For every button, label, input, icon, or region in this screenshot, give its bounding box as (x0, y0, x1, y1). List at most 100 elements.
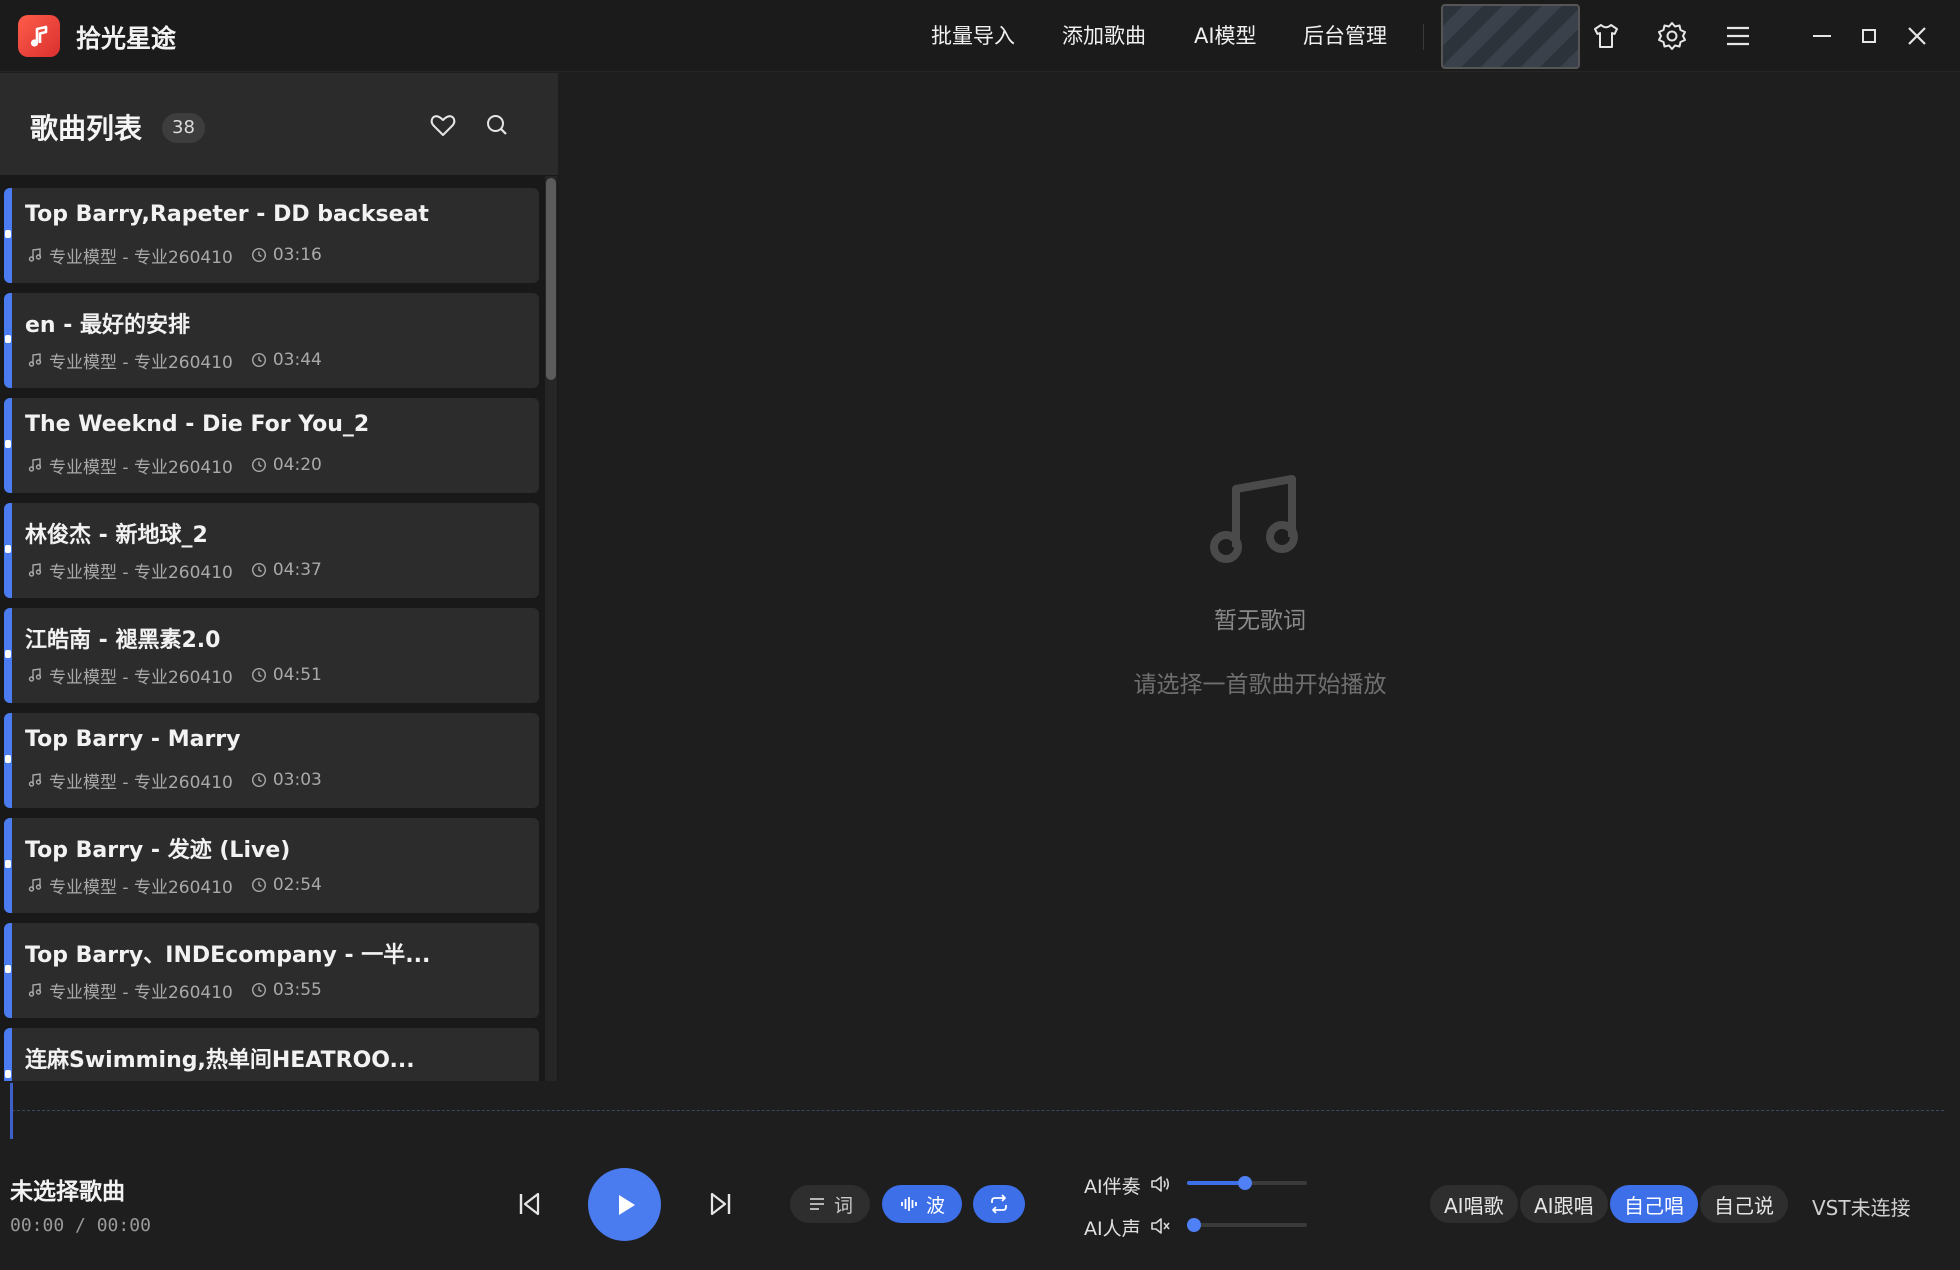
repeat-icon (991, 1194, 1007, 1214)
ai-sing-button[interactable]: AI唱歌 (1430, 1185, 1518, 1223)
clock-icon (251, 982, 266, 998)
song-meta: 专业模型 - 专业260410 04:37 (27, 558, 322, 583)
song-meta: 专业模型 - 专业260410 04:51 (27, 663, 322, 688)
heart-icon[interactable] (428, 110, 458, 140)
song-list-item[interactable]: 江皓南 - 褪黑素2.0 专业模型 - 专业260410 04:51 (4, 608, 539, 703)
waveform-toggle-button[interactable]: 波 (882, 1185, 962, 1223)
ai-vocal-label: AI人声 (1084, 1218, 1141, 1240)
nav-batch-import[interactable]: 批量导入 (931, 20, 1015, 50)
nav-admin[interactable]: 后台管理 (1303, 20, 1387, 50)
song-title: Top Barry,Rapeter - DD backseat (25, 202, 429, 227)
song-duration-wrap: 03:03 (251, 770, 322, 790)
song-list-item[interactable]: Top Barry - Marry 专业模型 - 专业260410 03:03 (4, 713, 539, 808)
title-bar: 拾光星途 批量导入 添加歌曲 AI模型 后台管理 (0, 0, 1960, 72)
minimize-icon[interactable] (1806, 20, 1838, 52)
volume-icon[interactable] (1149, 1173, 1171, 1195)
song-title: Top Barry - Marry (25, 727, 241, 752)
self-talk-button[interactable]: 自己说 (1700, 1185, 1788, 1223)
song-item-accent (4, 923, 12, 1018)
song-title: 林俊杰 - 新地球_2 (25, 523, 208, 548)
song-model: 专业模型 - 专业260410 (49, 877, 233, 898)
song-meta: 专业模型 - 专业260410 02:54 (27, 873, 322, 898)
total-time: 00:00 (96, 1215, 151, 1236)
song-duration-wrap: 02:54 (251, 875, 322, 895)
song-item-accent (4, 713, 12, 808)
lyrics-toggle-button[interactable]: 词 (790, 1185, 870, 1223)
waveform-toggle-label: 波 (925, 1194, 945, 1217)
lyrics-empty-title: 暂无歌词 (1214, 608, 1306, 634)
song-title: 江皓南 - 褪黑素2.0 (25, 628, 221, 653)
nav-ai-model[interactable]: AI模型 (1194, 20, 1257, 50)
music-note-small-icon (28, 878, 42, 892)
waveform-icon (901, 1197, 917, 1211)
song-list-item[interactable]: 林俊杰 - 新地球_2 专业模型 - 专业260410 04:37 (4, 503, 539, 598)
song-duration-wrap: 04:20 (251, 455, 322, 475)
song-item-accent (4, 188, 12, 283)
search-icon[interactable] (482, 110, 512, 140)
song-list-title: 歌曲列表 (30, 112, 143, 145)
playback-time: 00:00 / 00:00 (10, 1215, 151, 1236)
music-note-small-icon (28, 458, 42, 472)
ai-vocal-knob[interactable] (1187, 1218, 1201, 1232)
gear-icon[interactable] (1656, 20, 1688, 52)
next-icon[interactable] (706, 1189, 736, 1219)
song-duration-wrap: 04:37 (251, 560, 322, 580)
shirt-icon[interactable] (1590, 20, 1622, 52)
song-meta: 专业模型 - 专业260410 03:55 (27, 978, 322, 1003)
song-list-item[interactable]: The Weeknd - Die For You_2 专业模型 - 专业26041… (4, 398, 539, 493)
song-duration: 03:03 (272, 770, 322, 790)
ai-accompaniment-knob[interactable] (1237, 1176, 1252, 1190)
song-list-item[interactable]: 连麻Swimming,热单间HEATROO... (4, 1028, 539, 1081)
song-title: 连麻Swimming,热单间HEATROO... (25, 1048, 415, 1073)
ai-vocal-slider[interactable] (1187, 1223, 1307, 1227)
skin-preview[interactable] (1441, 4, 1580, 69)
song-duration: 04:20 (272, 455, 322, 475)
nav-divider (1423, 24, 1424, 50)
song-duration-wrap: 04:51 (251, 665, 322, 685)
close-icon[interactable] (1901, 20, 1933, 52)
play-icon (618, 1194, 635, 1215)
clock-icon (251, 877, 266, 893)
song-duration: 03:44 (272, 350, 322, 370)
song-title: en - 最好的安排 (25, 313, 191, 338)
song-list-item[interactable]: en - 最好的安排专业模型 - 专业260410 03:44 (4, 293, 539, 388)
music-note-small-icon (28, 353, 42, 367)
play-button[interactable] (588, 1168, 661, 1241)
song-duration-wrap: 03:55 (251, 980, 322, 1000)
vst-status: VST未连接 (1812, 1196, 1911, 1220)
previous-icon[interactable] (514, 1189, 544, 1219)
playback-progress-marker[interactable] (10, 1083, 13, 1139)
repeat-button[interactable] (973, 1185, 1025, 1223)
song-title: The Weeknd - Die For You_2 (25, 412, 370, 437)
now-playing-title: 未选择歌曲 (10, 1179, 125, 1205)
song-item-accent (4, 503, 12, 598)
lyrics-lines-icon (809, 1198, 824, 1210)
clock-icon (251, 772, 266, 788)
song-count-badge: 38 (162, 113, 205, 143)
song-model: 专业模型 - 专业260410 (49, 772, 233, 793)
song-list-item[interactable]: Top Barry - 发迹 (Live) 专业模型 - 专业260410 02:5… (4, 818, 539, 913)
lyrics-empty-state: 暂无歌词 请选择一首歌曲开始播放 (1110, 465, 1410, 698)
self-sing-button[interactable]: 自己唱 (1610, 1185, 1698, 1223)
maximize-icon[interactable] (1853, 20, 1885, 52)
mute-icon[interactable] (1149, 1215, 1171, 1237)
song-model: 专业模型 - 专业260410 (49, 667, 233, 688)
ai-accompaniment-fill (1187, 1181, 1245, 1185)
song-model: 专业模型 - 专业260410 (49, 562, 233, 583)
playback-progress-bar[interactable] (12, 1110, 1944, 1111)
nav-add-song[interactable]: 添加歌曲 (1062, 20, 1146, 50)
clock-icon (251, 457, 266, 473)
song-duration: 02:54 (272, 875, 322, 895)
song-list-item[interactable]: Top Barry,Rapeter - DD backseat 专业模型 - 专业… (4, 188, 539, 283)
song-list-item[interactable]: Top Barry、INDEcompany - 一半... 专业模型 - 专业26… (4, 923, 539, 1018)
ai-follow-button[interactable]: AI跟唱 (1520, 1185, 1608, 1223)
clock-icon (251, 667, 266, 683)
song-meta: 专业模型 - 专业260410 04:20 (27, 453, 322, 478)
song-meta: 专业模型 - 专业260410 03:03 (27, 768, 322, 793)
time-separator: / (75, 1215, 86, 1236)
song-model: 专业模型 - 专业260410 (49, 352, 233, 373)
scrollbar-thumb[interactable] (546, 178, 556, 380)
song-title: Top Barry - 发迹 (Live) (25, 838, 291, 863)
lyrics-empty-subtitle: 请选择一首歌曲开始播放 (1133, 672, 1387, 698)
menu-icon[interactable] (1722, 20, 1754, 52)
